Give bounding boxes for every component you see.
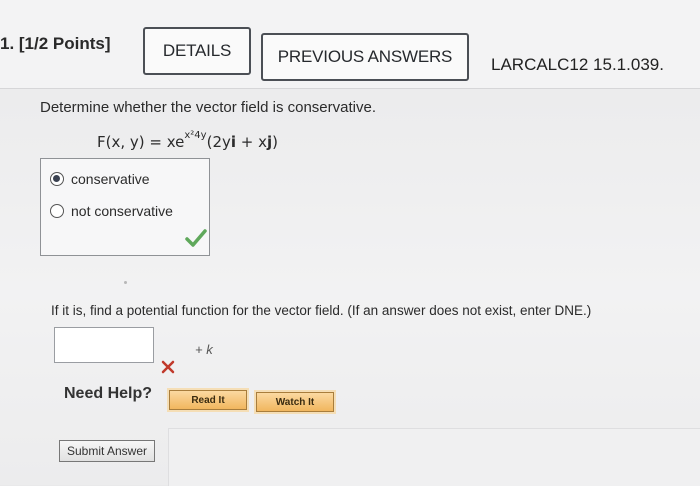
formula-exponent: x²4y [184, 130, 207, 141]
need-help-label: Need Help? [64, 385, 153, 402]
radio-conservative[interactable] [50, 172, 64, 186]
x-icon [161, 360, 175, 374]
plus-k-suffix: + k [195, 342, 213, 357]
formula-paren-close: ) [272, 133, 279, 151]
question-header: 1. [1/2 Points] DETAILS PREVIOUS ANSWERS… [0, 0, 700, 89]
choice-not-conservative-label: not conservative [71, 203, 173, 219]
submit-answer-button[interactable]: Submit Answer [59, 440, 155, 462]
choices-box: conservative not conservative [40, 158, 210, 256]
formula-paren-open: (2y [206, 133, 231, 151]
footer-panel [168, 428, 700, 486]
read-it-button[interactable]: Read It [169, 390, 247, 410]
question-number: 1. [1/2 Points] [0, 34, 111, 53]
formula-lhs: F(x, y) = xe [97, 133, 185, 151]
details-button[interactable]: DETAILS [143, 27, 251, 75]
potential-function-prompt: If it is, find a potential function for … [51, 303, 592, 318]
conservative-prompt: Determine whether the vector field is co… [40, 99, 376, 116]
potential-function-input[interactable] [54, 327, 154, 363]
stray-dot [124, 281, 127, 284]
previous-answers-button[interactable]: PREVIOUS ANSWERS [261, 33, 469, 81]
choice-conservative[interactable]: conservative [50, 171, 150, 187]
watch-it-button[interactable]: Watch It [256, 392, 334, 412]
formula-plus: + x [236, 133, 268, 151]
check-icon [185, 229, 207, 247]
course-code: LARCALC12 15.1.039. [491, 55, 664, 74]
vector-field-formula: F(x, y) = xex²4y(2yi + xj) [97, 130, 279, 151]
choice-conservative-label: conservative [71, 171, 150, 187]
choice-not-conservative[interactable]: not conservative [50, 203, 173, 219]
radio-not-conservative[interactable] [50, 204, 64, 218]
